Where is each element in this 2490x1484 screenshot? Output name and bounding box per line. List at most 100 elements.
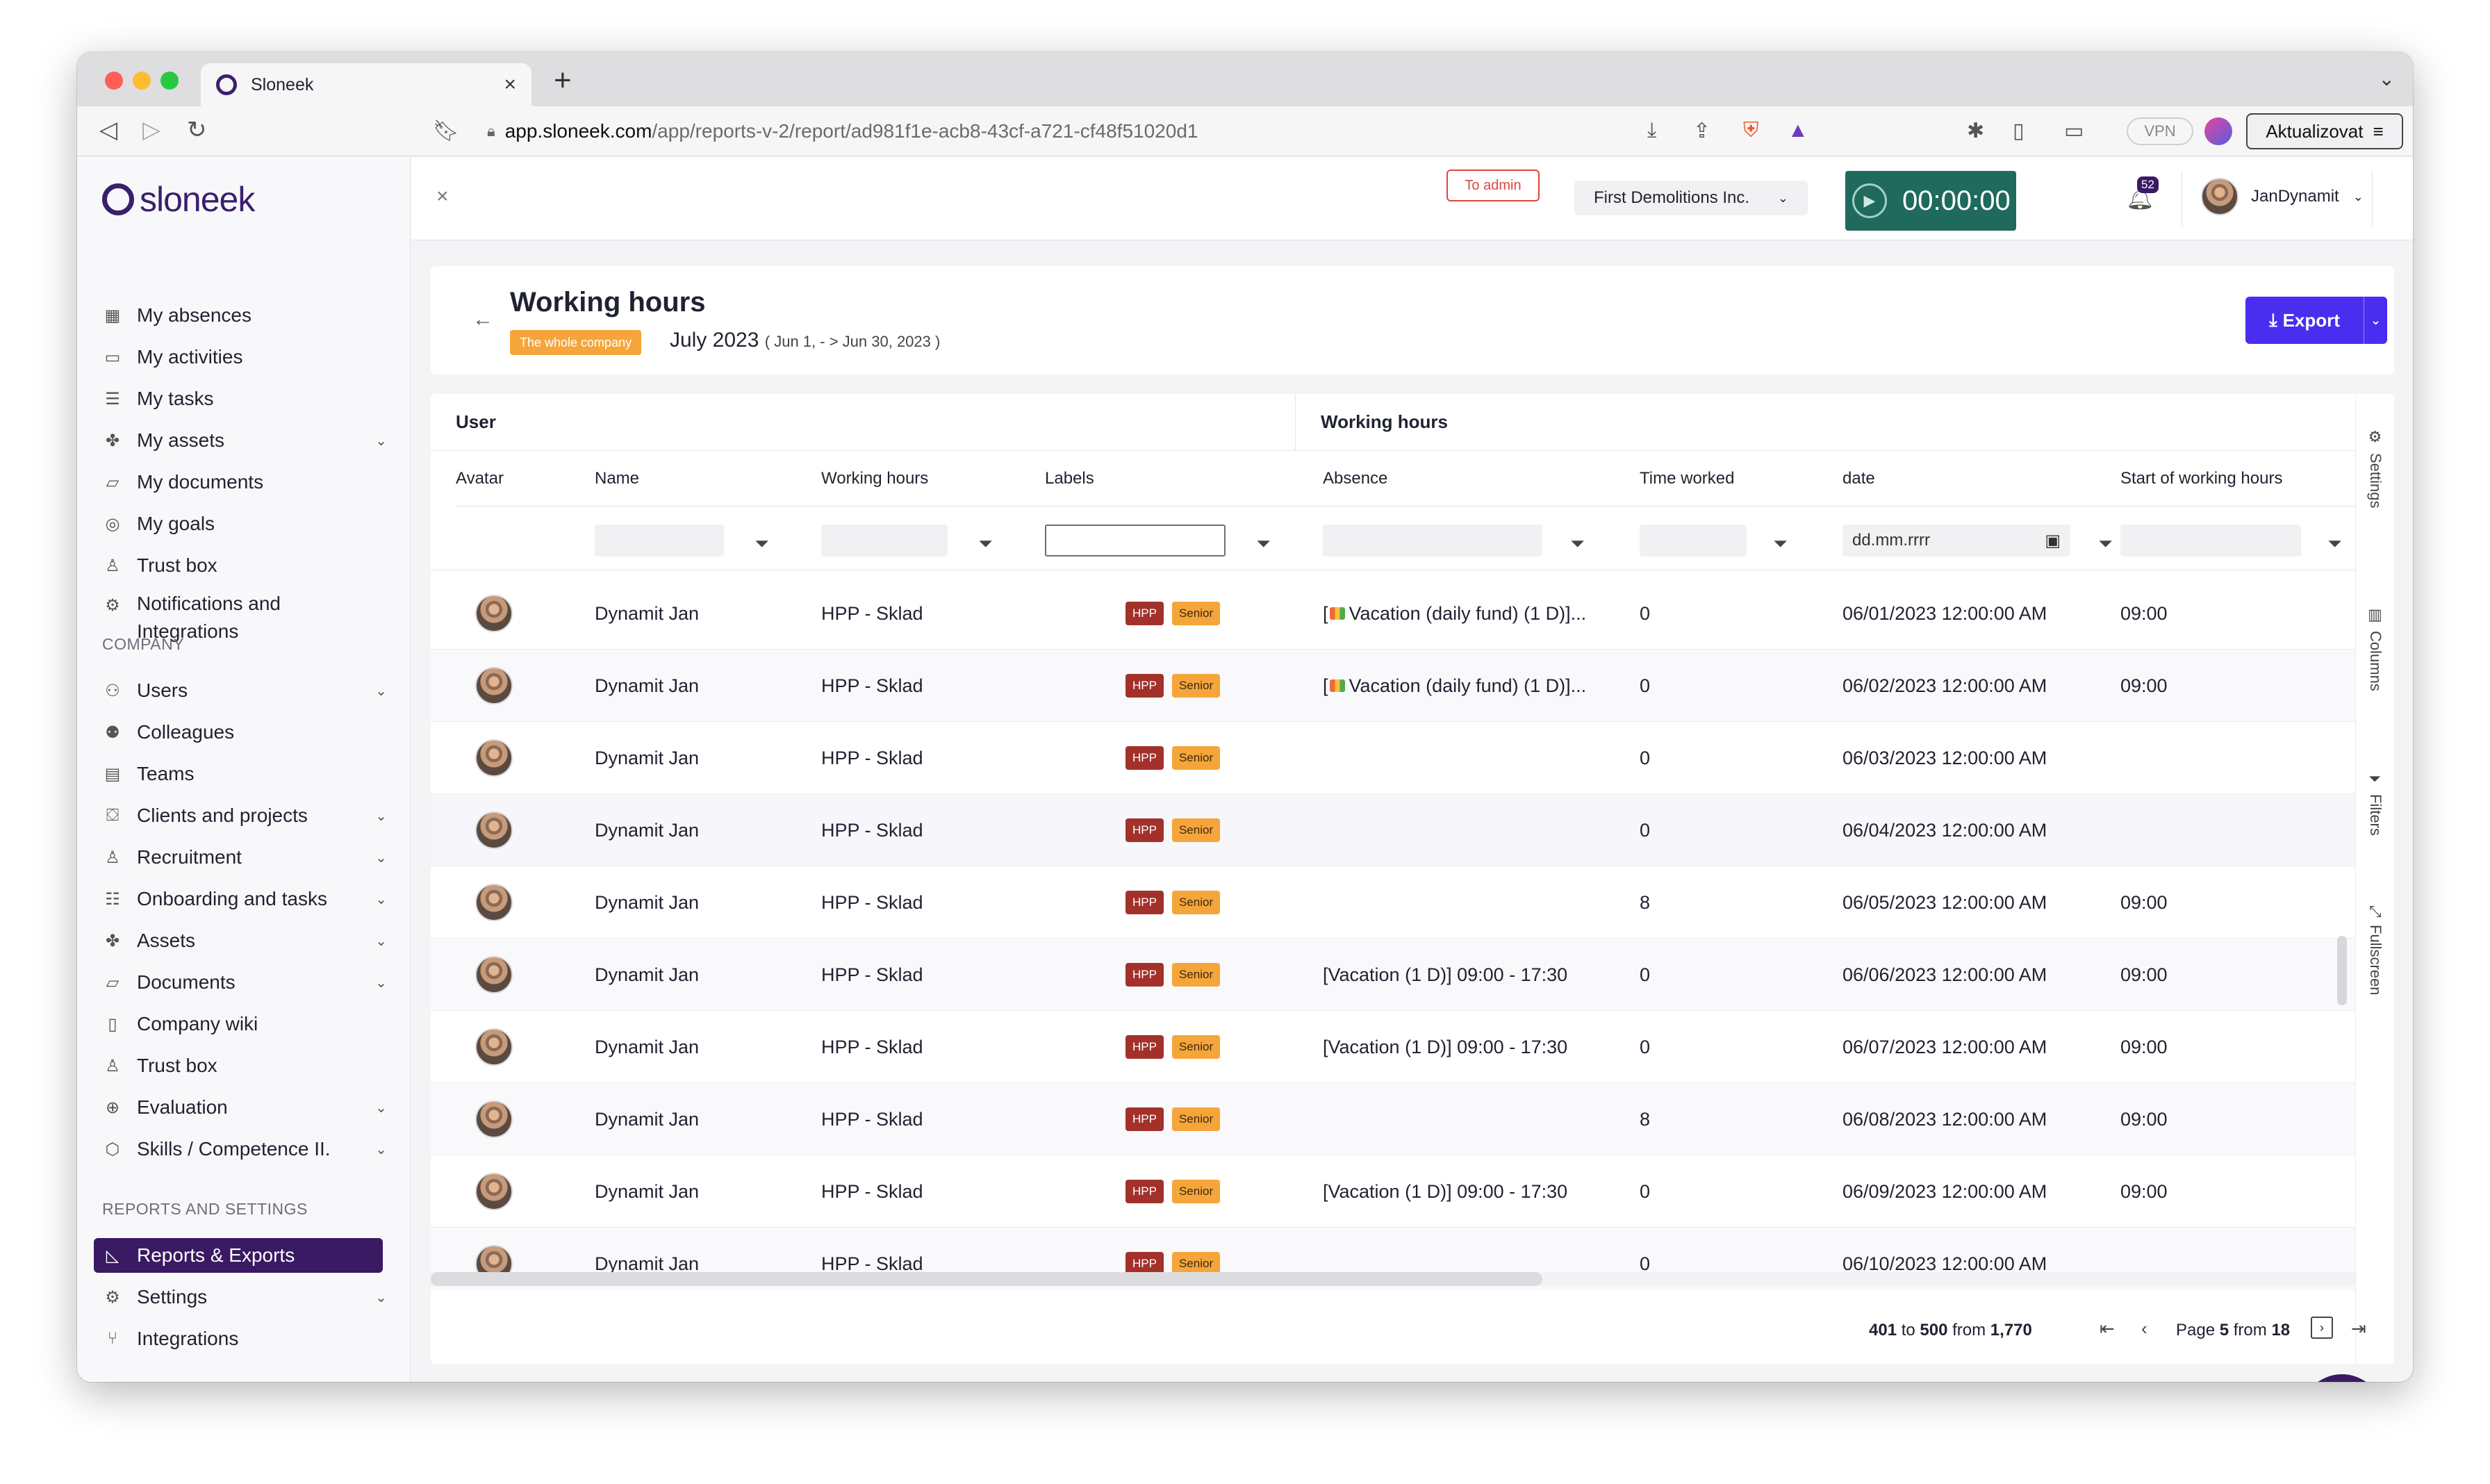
- url-field[interactable]: 🔒︎ app.sloneek.com/app/reports-v-2/repor…: [487, 113, 1904, 149]
- sidebar-item-my-activities[interactable]: ▭ My activities: [102, 340, 394, 374]
- sidebar-item-skills-competence-ii[interactable]: ⬡ Skills / Competence II. ⌄: [102, 1132, 394, 1166]
- column-header-labels[interactable]: Labels: [1045, 451, 1323, 506]
- vpn-toggle[interactable]: VPN: [2127, 117, 2193, 145]
- sidebar-item-trust-box[interactable]: ♙ Trust box: [102, 1048, 394, 1083]
- table-row[interactable]: Dynamit Jan HPP - Sklad HPP Senior 8 06/05/20…: [431, 866, 2355, 939]
- export-button[interactable]: ⤓ Export ⌄: [2245, 297, 2387, 344]
- column-header-working-hours[interactable]: Working hours: [821, 451, 1045, 506]
- table-row[interactable]: Dynamit JanHPP - SkladHPPSenior[Vacation…: [431, 939, 2355, 1011]
- table-row[interactable]: Dynamit Jan HPP - Sklad HPP Senior 0 06/04/20…: [431, 794, 2355, 866]
- play-icon[interactable]: ▶: [1852, 183, 1887, 218]
- sidebar-item-colleagues[interactable]: ⚉ Colleagues: [102, 715, 394, 750]
- zoom-window-button[interactable]: [160, 72, 179, 90]
- column-header-avatar[interactable]: Avatar: [456, 451, 595, 506]
- reload-icon[interactable]: ↻: [187, 116, 207, 144]
- sidebar-item-my-tasks[interactable]: ☰ My tasks: [102, 381, 394, 416]
- download-icon[interactable]: ⤓: [1647, 119, 1656, 142]
- first-page-icon[interactable]: ⇤: [2100, 1318, 2115, 1339]
- filter-icon[interactable]: ⏷: [978, 533, 993, 555]
- column-header-start-of-working-hours[interactable]: Start of working hours: [2120, 451, 2355, 506]
- help-button[interactable]: ?: [2300, 1374, 2384, 1382]
- table-row[interactable]: Dynamit JanHPP - SkladHPPSenior[Vacation…: [431, 650, 2355, 722]
- sidebar-toggle-icon[interactable]: ▯: [2013, 119, 2025, 143]
- previous-page-icon[interactable]: ‹: [2141, 1318, 2147, 1339]
- sidebar-item-my-documents[interactable]: ▱ My documents: [102, 465, 394, 500]
- sidebar-item-integrations[interactable]: ⑂ Integrations: [102, 1321, 394, 1356]
- brave-shield-icon[interactable]: ⛨: [1743, 119, 1759, 142]
- tab-close-icon[interactable]: ×: [504, 73, 516, 97]
- start-filter-input[interactable]: [2120, 525, 2301, 556]
- date-filter-input[interactable]: dd.mm.rrrr ▣: [1842, 525, 2070, 556]
- filter-icon[interactable]: ⏷: [1773, 533, 1788, 555]
- labels-filter-input[interactable]: [1045, 525, 1226, 556]
- vertical-scrollbar[interactable]: [2337, 936, 2347, 1005]
- name-filter-input[interactable]: [595, 525, 724, 556]
- table-row[interactable]: Dynamit Jan HPP - Sklad HPP Senior 0 06/03/20…: [431, 722, 2355, 794]
- filter-icon[interactable]: ⏷: [2327, 533, 2342, 555]
- sidebar-item-settings[interactable]: ⚙ Settings ⌄: [102, 1280, 394, 1314]
- time-worked-filter-input[interactable]: [1640, 525, 1747, 556]
- horizontal-scrollbar[interactable]: [431, 1272, 1542, 1286]
- name-cell: Dynamit Jan: [595, 1036, 700, 1057]
- sidebar-item-my-assets[interactable]: ✤ My assets ⌄: [102, 423, 394, 458]
- forward-icon[interactable]: ▷: [142, 116, 160, 144]
- sidebar-item-trust-box[interactable]: ♙ Trust box: [102, 548, 394, 583]
- back-icon[interactable]: ◁: [99, 116, 117, 144]
- filter-icon[interactable]: ⏷: [1256, 533, 1271, 555]
- close-icon[interactable]: ×: [436, 185, 449, 208]
- sidebar-item-clients-and-projects[interactable]: ⛋ Clients and projects ⌄: [102, 798, 394, 833]
- close-window-button[interactable]: [105, 72, 123, 90]
- column-header-name[interactable]: Name: [595, 451, 821, 506]
- column-header-time-worked[interactable]: Time worked: [1640, 451, 1842, 506]
- sidebar-item-company-wiki[interactable]: ▯ Company wiki: [102, 1007, 394, 1041]
- sidebar-item-my-absences[interactable]: ▦ My absences: [102, 298, 394, 333]
- sidebar-item-assets[interactable]: ✤ Assets ⌄: [102, 923, 394, 958]
- minimize-window-button[interactable]: [133, 72, 151, 90]
- tab-columns[interactable]: ▥ Columns: [2363, 607, 2388, 691]
- filter-icon[interactable]: ⏷: [755, 533, 769, 555]
- sidebar-item-recruitment[interactable]: ♙ Recruitment ⌄: [102, 840, 394, 875]
- bookmark-icon[interactable]: 🔖︎: [433, 119, 459, 143]
- user-menu[interactable]: JanDynamit ⌄: [2201, 178, 2364, 215]
- sidebar-item-evaluation[interactable]: ⊕ Evaluation ⌄: [102, 1090, 394, 1125]
- wallet-icon[interactable]: ▭: [2064, 119, 2084, 143]
- column-header-date[interactable]: date: [1842, 451, 2120, 506]
- sidebar-item-users[interactable]: ⚇ Users ⌄: [102, 673, 394, 708]
- export-main[interactable]: ⤓ Export: [2245, 309, 2364, 331]
- update-browser-button[interactable]: Aktualizovat ≡: [2246, 113, 2403, 149]
- new-tab-button[interactable]: +: [554, 63, 572, 98]
- tab-settings[interactable]: ⚙ Settings: [2363, 429, 2388, 509]
- sidebar-item-reports-exports[interactable]: ◺ Reports & Exports: [94, 1238, 383, 1273]
- table-row[interactable]: Dynamit Jan HPP - Sklad HPP Senior 8 06/08/20…: [431, 1083, 2355, 1155]
- company-select[interactable]: First Demolitions Inc. ⌄: [1574, 181, 1808, 215]
- sidebar-item-onboarding-and-tasks[interactable]: ☷ Onboarding and tasks ⌄: [102, 882, 394, 916]
- tab-filters[interactable]: ⏷ Filters: [2363, 772, 2388, 836]
- brave-rewards-icon[interactable]: ▲: [1788, 119, 1808, 142]
- absence-filter-input[interactable]: [1323, 525, 1542, 556]
- working-hours-filter-input[interactable]: [821, 525, 948, 556]
- browser-tab[interactable]: Sloneek ×: [201, 63, 531, 106]
- to-admin-button[interactable]: To admin: [1446, 170, 1540, 201]
- profile-icon[interactable]: [2204, 117, 2232, 145]
- extensions-icon[interactable]: ✱: [1967, 119, 1984, 143]
- timer-widget[interactable]: ▶ 00:00:00: [1845, 171, 2016, 231]
- tab-fullscreen[interactable]: ⤢ Fullscreen: [2363, 905, 2388, 995]
- avatar-cell: [475, 650, 513, 722]
- calendar-icon[interactable]: ▣: [2045, 531, 2061, 551]
- export-options-chevron-icon[interactable]: ⌄: [2364, 297, 2387, 344]
- back-arrow-icon[interactable]: ←: [472, 308, 493, 331]
- sidebar-item-my-goals[interactable]: ◎ My goals: [102, 506, 394, 541]
- filter-icon[interactable]: ⏷: [1570, 533, 1585, 555]
- table-row[interactable]: Dynamit JanHPP - SkladHPPSenior[Vacation…: [431, 1011, 2355, 1083]
- share-icon[interactable]: ⇪: [1693, 119, 1710, 143]
- last-page-icon[interactable]: ⇥: [2351, 1318, 2366, 1339]
- sloneek-logo[interactable]: sloneek: [102, 179, 255, 220]
- tab-list-chevron-icon[interactable]: ⌄: [2379, 67, 2395, 90]
- table-row[interactable]: Dynamit JanHPP - SkladHPPSenior[Vacation…: [431, 1155, 2355, 1228]
- column-header-absence[interactable]: Absence: [1323, 451, 1640, 506]
- filter-icon[interactable]: ⏷: [2098, 533, 2113, 555]
- sidebar-item-documents[interactable]: ▱ Documents ⌄: [102, 965, 394, 1000]
- table-row[interactable]: Dynamit JanHPP - SkladHPPSenior[Vacation…: [431, 577, 2355, 650]
- sidebar-item-teams[interactable]: ▤ Teams: [102, 757, 394, 791]
- next-page-icon[interactable]: ›: [2311, 1317, 2333, 1339]
